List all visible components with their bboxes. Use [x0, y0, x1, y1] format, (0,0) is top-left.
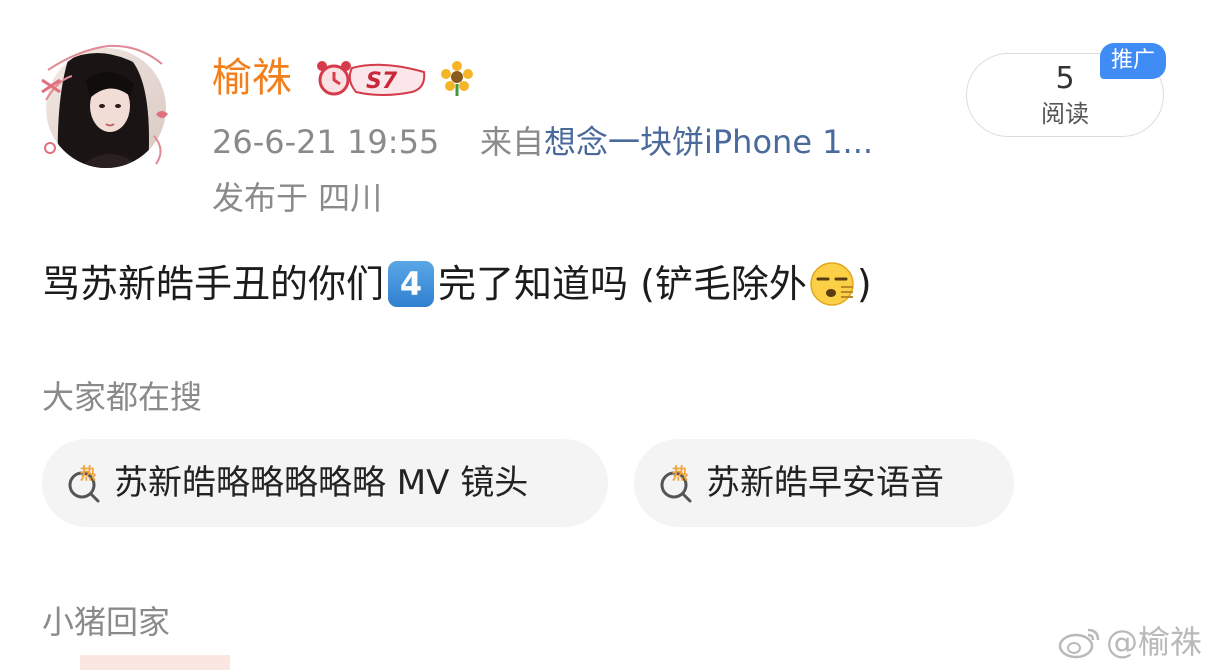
weibo-watermark: @榆祩 — [1058, 620, 1202, 664]
promote-badge[interactable]: 推广 — [1100, 43, 1166, 79]
post-meta: 26-6-21 19:55 来自想念一块饼iPhone 1... — [212, 120, 873, 164]
hot-search-chip-label: 苏新皓略略略略略 MV 镜头 — [114, 463, 529, 503]
hot-search-title: 大家都在搜 — [42, 378, 203, 416]
source-app-link[interactable]: 想念一块饼iPhone 1... — [544, 123, 873, 161]
hot-search-icon: 热 — [660, 464, 692, 503]
user-avatar[interactable] — [38, 40, 172, 172]
post-text-part3: ) — [856, 262, 872, 306]
level-badge[interactable]: S7 — [312, 58, 430, 102]
hot-search-chip[interactable]: 热 苏新皓略略略略略 MV 镜头 — [42, 439, 608, 527]
timestamp: 26-6-21 19:55 — [212, 123, 440, 161]
username[interactable]: 榆祩 — [212, 52, 292, 104]
section-title: 小猪回家 — [42, 603, 171, 641]
hot-search-icon: 热 — [68, 464, 100, 503]
watermark-text: @榆祩 — [1106, 623, 1203, 661]
keycap-four-emoji: 4 — [388, 261, 435, 307]
read-count-label: 阅读 — [1041, 100, 1089, 128]
hot-search-chip[interactable]: 热 苏新皓早安语音 — [634, 439, 1014, 527]
weibo-logo-icon — [1058, 628, 1100, 659]
level-badge-text: S7 — [366, 69, 398, 94]
post-body: 骂苏新皓手丑的你们 4 完了知道吗 (铲毛除外 ) — [42, 255, 872, 313]
section-preview-card[interactable] — [80, 655, 230, 670]
alarm-clock-icon — [317, 61, 351, 96]
avatar-image — [41, 44, 168, 168]
source-prefix: 来自 — [479, 123, 544, 161]
sleepy-face-emoji-icon — [810, 262, 854, 306]
post-location: 发布于 四川 — [212, 179, 383, 217]
hot-search-chip-label: 苏新皓早安语音 — [706, 463, 944, 503]
svg-text:热: 热 — [80, 464, 96, 483]
post-text-part1: 骂苏新皓手丑的你们 — [42, 262, 385, 306]
sunflower-badge-icon[interactable] — [440, 60, 474, 100]
post-text-part2: 完了知道吗 (铲毛除外 — [438, 262, 807, 306]
svg-text:热: 热 — [672, 464, 688, 483]
